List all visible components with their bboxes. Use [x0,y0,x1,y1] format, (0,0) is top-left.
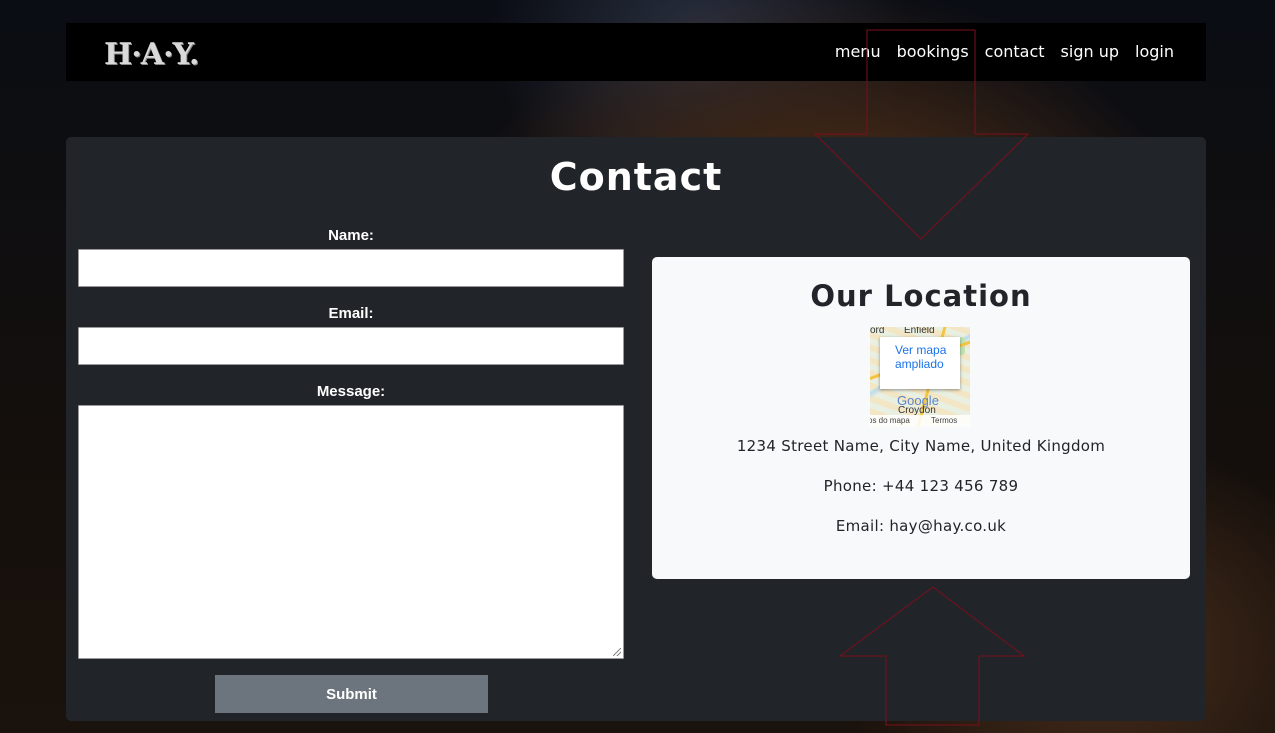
map-town-label: Enfield [904,327,935,336]
email-text: Email: hay@hay.co.uk [835,517,1007,535]
nav-links: menu bookings contact sign up login [835,42,1174,61]
email-label: Email: [328,305,374,322]
name-label: Name: [328,227,374,244]
message-label: Message: [316,383,386,400]
map-footer: os do mapa Termos [870,415,970,427]
map-view-larger-link[interactable]: Ver mapa ampliado [880,337,960,389]
message-textarea[interactable] [78,405,624,659]
name-input[interactable] [78,249,624,287]
navbar: H·A·Y. menu bookings contact sign up log… [66,23,1206,81]
address-text: 1234 Street Name, City Name, United King… [736,437,1106,455]
resize-grip-icon[interactable] [613,648,621,656]
contact-card: Contact Name: Email: Message: Submit Our… [66,137,1206,721]
map-data-credit: os do mapa [870,416,910,425]
nav-link-menu[interactable]: menu [835,42,881,61]
location-title: Our Location [810,279,1032,313]
nav-link-login[interactable]: login [1135,42,1174,61]
phone-text: Phone: +44 123 456 789 [823,477,1019,495]
nav-link-sign-up[interactable]: sign up [1061,42,1119,61]
email-input[interactable] [78,327,624,365]
brand-logo[interactable]: H·A·Y. [104,37,200,72]
nav-link-bookings[interactable]: bookings [897,42,969,61]
nav-link-contact[interactable]: contact [985,42,1045,61]
location-panel: Our Location ord Enfield Ver mapa amplia… [652,257,1190,579]
submit-button[interactable]: Submit [215,675,488,713]
embedded-map[interactable]: ord Enfield Ver mapa ampliado Google Cro… [870,327,970,427]
map-town-label: ord [870,327,885,336]
map-terms-link[interactable]: Termos [931,415,957,427]
page-title: Contact [549,155,723,199]
